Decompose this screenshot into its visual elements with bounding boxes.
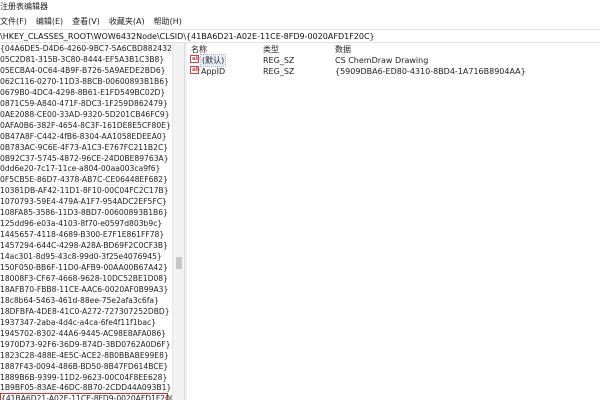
tree-item[interactable]: 108FA85-3586-11D3-8BD7-00600893B1B6} <box>0 207 168 218</box>
key-tree[interactable]: {04A6DE5-D4D6-4260-9BC7-5A6CBD882432} 05C… <box>0 43 172 400</box>
values-pane: 名称 类型 数据 ab (默认) REG_SZ CS ChemDraw Drawing… <box>187 43 600 400</box>
tree-item[interactable]: 10381DB-AF42-11D1-8F10-00C04FC2C17B} <box>0 185 169 196</box>
menu-view[interactable]: 查看(V) <box>72 16 100 27</box>
value-name: (默认) <box>199 54 227 67</box>
column-header-name[interactable]: 名称 <box>191 44 207 55</box>
tree-item[interactable]: 1823C28-488E-4E5C-ACE2-8B0BBABE99E8} <box>0 350 169 361</box>
menu-file[interactable]: 文件(F) <box>0 16 27 27</box>
tree-item[interactable]: 0AFA0B6-382F-4654-8C3F-161DE8E5CF80E} <box>0 120 171 131</box>
tree-item[interactable]: 1887F43-0094-486B-BD50-8B47FD614BCE} <box>0 361 168 372</box>
tree-item[interactable]: 18c8b64-5463-461d-88ee-75e2afa3c6fa} <box>0 295 159 306</box>
column-header-data[interactable]: 数据 <box>335 44 351 55</box>
value-name: AppID <box>201 67 226 76</box>
tree-item[interactable]: 0F5CB5E-86D7-4378-AB7C-CE06448EF682} <box>0 174 168 185</box>
tree-item[interactable]: 0679B0-4DC4-4298-8B61-E1FD549BC02D} <box>0 87 165 98</box>
tree-item[interactable]: 0B47A8F-C442-4fB6-8304-AA1058EDEEA0} <box>0 131 167 142</box>
tree-item[interactable]: 150F050-BB6F-11D0-AFB9-00AA00B67A42} <box>0 262 168 273</box>
value-type: REG_SZ <box>263 67 295 76</box>
value-data: CS ChemDraw Drawing <box>335 56 429 65</box>
menu-help[interactable]: 帮助(H) <box>154 16 182 27</box>
tree-item[interactable]: 1889B6B-9399-11D2-9623-00C04F8EE628} <box>0 372 167 383</box>
tree-item[interactable]: 14ac301-8d95-43c8-99d0-3f25e4076945} <box>0 251 162 262</box>
window-title: 注册表编辑器 <box>0 2 48 11</box>
tree-item[interactable]: 125dd96-e03a-4103-8f70-e0597d803b9c} <box>0 218 162 229</box>
tree-item[interactable]: 1457294-644C-4298-A28A-BD69F2C0CF3B} <box>0 240 168 251</box>
tree-item[interactable]: 18AFB70-FBB8-11CE-AAC6-0020AF0B99A3} <box>0 284 168 295</box>
tree-item[interactable]: 18008F3-CF67-4668-9628-10DC52BE1D08} <box>0 273 168 284</box>
tree-item[interactable]: 05ECBA4-0C64-4B9F-B726-5A9AEDE2BD6} <box>0 65 165 76</box>
menu-favorites[interactable]: 收藏夹(A) <box>109 16 145 27</box>
tree-item[interactable]: {04A6DE5-D4D6-4260-9BC7-5A6CBD882432} <box>0 43 172 54</box>
tree-item[interactable]: 1445657-4118-4689-B300-E7F1E861FF78} <box>0 229 164 240</box>
value-data: {5909DBA6-ED80-4310-8BD4-1A716B8904AA} <box>335 67 526 76</box>
tree-item[interactable]: 1945702-8302-44A6-9445-AC98E8AFA086} <box>0 328 166 339</box>
tree-item[interactable]: 1B9BF05-83AE-46DC-8B70-2CDD44A093B1} <box>0 382 171 393</box>
tree-item[interactable]: 0B92C37-5745-4872-96CE-24D0BE89763A} <box>0 153 169 164</box>
tree-item[interactable]: 0871C59-A840-471F-8DC3-1F259D862479} <box>0 98 168 109</box>
tree-item[interactable]: 1070793-59E4-479A-A1F7-954ADC2EF5FC} <box>0 196 167 207</box>
tree-item[interactable]: 18DFBFA-4DE8-41C0-A272-727307252DBD} <box>0 306 170 317</box>
value-row[interactable]: ab AppID REG_SZ {5909DBA6-ED80-4310-8BD4-1A… <box>187 66 600 77</box>
reg-string-icon: ab <box>190 55 200 63</box>
menu-bar: 文件(F) 编辑(E) 查看(V) 收藏夹(A) 帮助(H) <box>0 14 600 29</box>
scrollbar-thumb[interactable] <box>176 257 182 269</box>
reg-string-icon: ab <box>190 66 200 74</box>
address-path[interactable]: \HKEY_CLASSES_ROOT\WOW6432Node\CLSID\{41… <box>0 32 375 41</box>
tree-item[interactable]: 0B783AC-9C6E-4F73-A1C3-E767FC211B2C} <box>0 142 168 153</box>
tree-item[interactable]: 1937347-2aba-4d4c-a4ca-6fe4f11f1bac} <box>0 317 156 328</box>
tree-item[interactable]: 062C116-0270-11D3-8BCB-00600893B1B6} <box>0 76 169 87</box>
column-header-type[interactable]: 类型 <box>263 44 279 55</box>
value-row[interactable]: ab (默认) REG_SZ CS ChemDraw Drawing <box>187 54 600 67</box>
tree-scrollbar[interactable] <box>172 43 184 400</box>
address-bar[interactable]: \HKEY_CLASSES_ROOT\WOW6432Node\CLSID\{41… <box>0 29 600 43</box>
title-bar: 注册表编辑器 <box>0 0 600 14</box>
tree-item[interactable]: 0dd6e20-7c17-11ce-a804-00aa003ca9f6} <box>0 163 160 174</box>
tree-item[interactable]: 1970D73-92F6-36D9-874D-3BD0762A0D6F} <box>0 339 170 350</box>
tree-item[interactable]: 0AE2088-CE00-33AD-9320-5D201CB46FC9} <box>0 109 170 120</box>
tree-item[interactable]: 05C2D81-315B-3C80-8444-EF5A3B1C3B8} <box>0 54 164 65</box>
menu-edit[interactable]: 编辑(E) <box>36 16 63 27</box>
value-type: REG_SZ <box>263 56 295 65</box>
tree-item-selected[interactable]: {41BA6D21-A02E-11CE-8FD9-0020AFD1F20C} <box>0 393 172 400</box>
